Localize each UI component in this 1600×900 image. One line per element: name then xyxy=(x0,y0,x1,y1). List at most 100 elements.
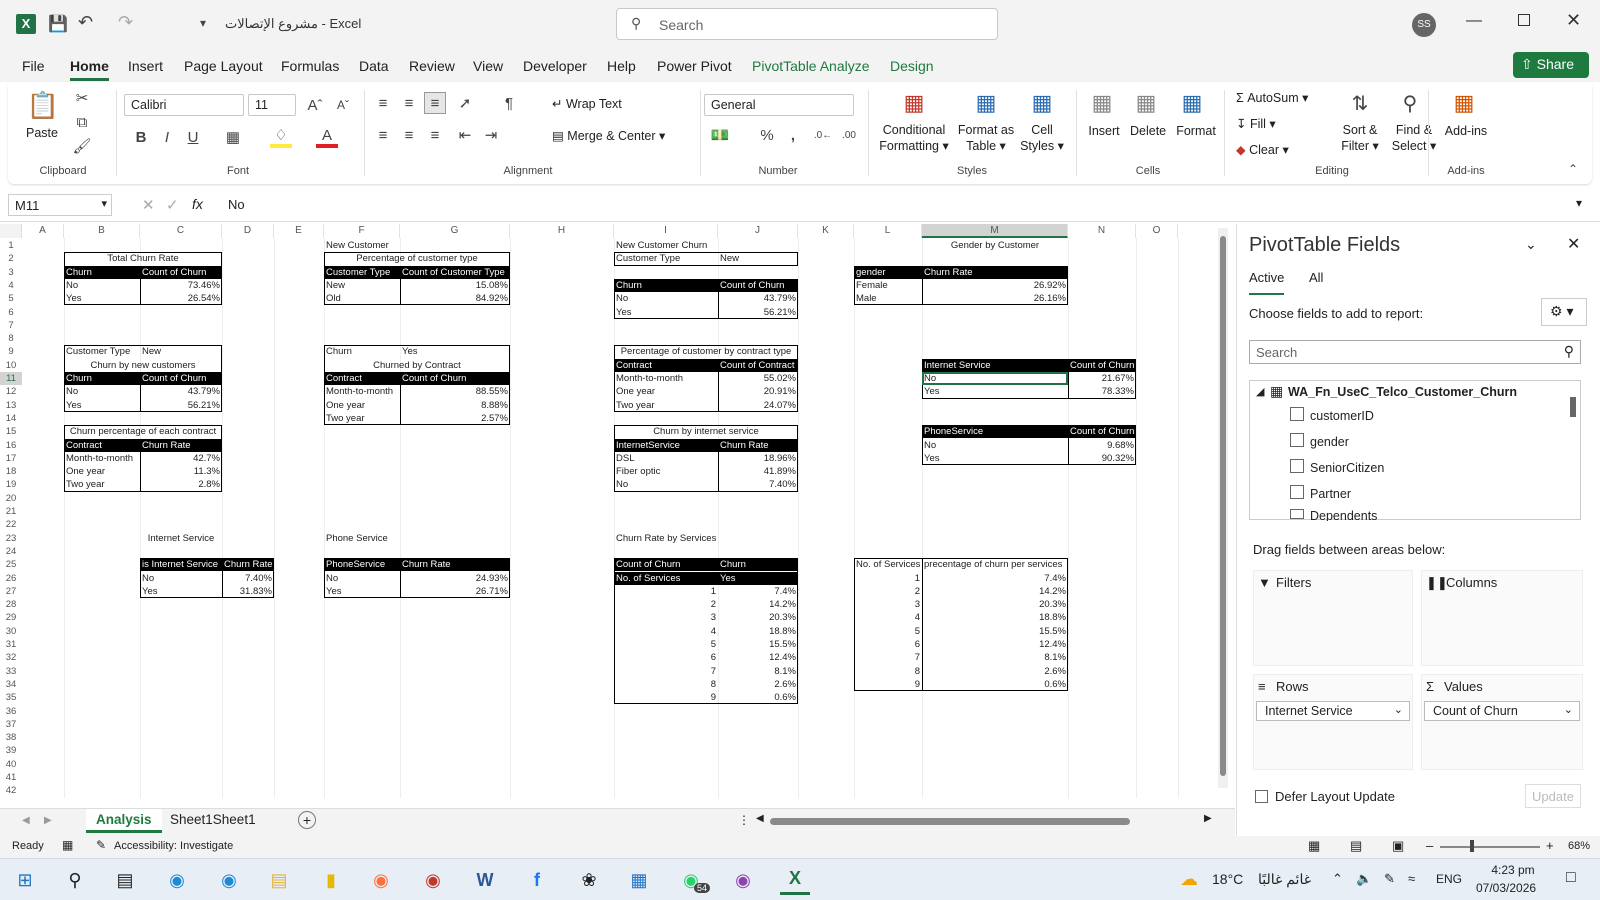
row-header[interactable]: 38 xyxy=(0,731,22,744)
section-label[interactable]: Gender by Customer xyxy=(922,239,1068,252)
column-header[interactable]: G xyxy=(400,224,510,238)
column-header[interactable]: I xyxy=(614,224,718,238)
column-header[interactable]: H xyxy=(510,224,614,238)
field-search-input[interactable]: Search ⚲ xyxy=(1249,340,1581,364)
cancel-icon[interactable]: ✕ xyxy=(142,196,155,214)
undo-icon[interactable]: ↶ xyxy=(78,12,93,33)
excel-taskbar-icon[interactable]: X xyxy=(780,865,810,895)
cut-icon[interactable]: ✂ xyxy=(72,88,92,108)
row-header[interactable]: 4 xyxy=(0,279,22,292)
weather-text[interactable]: غائم غالبًا xyxy=(1258,871,1311,888)
insert-cells-button[interactable]: Insert xyxy=(1086,124,1122,138)
weather-temp[interactable]: 18°C xyxy=(1212,871,1243,887)
column-header[interactable]: D xyxy=(222,224,274,238)
row-header[interactable]: 10 xyxy=(0,359,22,372)
scroll-thumb[interactable] xyxy=(1220,236,1226,776)
decrease-indent-icon[interactable]: ⇤ xyxy=(454,124,476,146)
row-header[interactable]: 16 xyxy=(0,439,22,452)
horizontal-scrollbar[interactable]: ◀ ▶ xyxy=(756,813,1216,827)
worksheet-grid[interactable]: ABCDEFGHIJKLMNO 1 2 3 4 5 6 7 8 9 10 11 12 13 14 15 16 1… xyxy=(0,224,1235,806)
font-name-select[interactable]: Calibri xyxy=(124,94,244,116)
edge-icon[interactable]: ◉ xyxy=(162,865,192,895)
row-header[interactable]: 21 xyxy=(0,505,22,518)
zoom-slider[interactable] xyxy=(1440,846,1540,848)
tab-view[interactable]: View xyxy=(473,58,503,74)
pen-icon[interactable]: ✎ xyxy=(1384,871,1395,887)
borders-icon[interactable]: ▦ xyxy=(222,126,244,148)
save-icon[interactable]: 💾 xyxy=(48,14,68,34)
row-header[interactable]: 36 xyxy=(0,705,22,718)
row-header[interactable]: 7 xyxy=(0,319,22,332)
scroll-thumb[interactable] xyxy=(770,818,1130,825)
column-header[interactable]: A xyxy=(22,224,64,238)
row-header[interactable]: 1 xyxy=(0,239,22,252)
row-header[interactable]: 26 xyxy=(0,572,22,585)
powerbi-icon[interactable]: ▮ xyxy=(316,865,346,895)
decrease-decimal-icon[interactable]: .00 xyxy=(838,124,860,146)
delete-cells-button[interactable]: Delete xyxy=(1130,124,1166,138)
paste-button[interactable]: Paste xyxy=(26,126,58,140)
search-icon[interactable]: ⚲ xyxy=(60,865,90,895)
find-select-button[interactable]: Find & Select ▾ xyxy=(1386,122,1442,154)
row-header[interactable]: 5 xyxy=(0,292,22,305)
find-select-icon[interactable]: ⚲ xyxy=(1394,88,1426,118)
row-header[interactable]: 14 xyxy=(0,412,22,425)
addins-button[interactable]: Add-ins xyxy=(1444,124,1488,138)
section-label[interactable]: New Customer xyxy=(324,239,524,252)
align-middle-icon[interactable]: ≡ xyxy=(398,92,420,114)
rows-area[interactable]: ≡ Rows Internet Service ⌄ xyxy=(1253,674,1413,770)
rows-field-dropdown[interactable]: Internet Service ⌄ xyxy=(1256,701,1410,721)
formula-input[interactable]: No xyxy=(228,197,245,212)
insert-cells-icon[interactable]: ▦ xyxy=(1086,88,1118,118)
format-cells-button[interactable]: Format xyxy=(1176,124,1216,138)
column-header[interactable]: N xyxy=(1068,224,1136,238)
store-icon[interactable]: ▦ xyxy=(624,865,654,895)
weather-icon[interactable]: ☁ xyxy=(1180,869,1198,890)
sheet-tab-analysis[interactable]: Analysis xyxy=(86,809,162,833)
row-header[interactable]: 42 xyxy=(0,784,22,797)
pane-options-icon[interactable]: ⌄ xyxy=(1525,236,1537,253)
column-header[interactable]: C xyxy=(140,224,222,238)
sheet-tab-sheet1[interactable]: Sheet1Sheet1 xyxy=(170,812,256,827)
row-header[interactable]: 22 xyxy=(0,518,22,531)
row-header[interactable]: 2 xyxy=(0,252,22,265)
field-list-scrollbar[interactable] xyxy=(1568,383,1578,517)
chatgpt-icon[interactable]: ❀ xyxy=(574,865,604,895)
row-header[interactable]: 15 xyxy=(0,425,22,438)
row-header[interactable]: 29 xyxy=(0,611,22,624)
row-header[interactable]: 41 xyxy=(0,771,22,784)
wrap-text-button[interactable]: ↵ Wrap Text xyxy=(552,96,622,111)
copy-icon[interactable]: ⧉ xyxy=(72,112,92,132)
align-bottom-icon[interactable]: ≡ xyxy=(424,92,446,114)
row-header[interactable]: 24 xyxy=(0,545,22,558)
merge-center-button[interactable]: ▤ Merge & Center ▾ xyxy=(552,128,665,143)
columns-area[interactable]: ❚❚ Columns xyxy=(1421,570,1583,666)
autosum-button[interactable]: Σ AutoSum ▾ xyxy=(1236,90,1308,105)
row-header[interactable]: 11 xyxy=(0,372,22,385)
percent-icon[interactable]: % xyxy=(756,124,778,146)
minimize-icon[interactable]: — xyxy=(1466,12,1482,30)
clear-button[interactable]: ◆ Clear ▾ xyxy=(1236,142,1289,157)
delete-cells-icon[interactable]: ▦ xyxy=(1130,88,1162,118)
row-header[interactable]: 18 xyxy=(0,465,22,478)
tab-home[interactable]: Home xyxy=(70,58,109,81)
column-header[interactable]: L xyxy=(854,224,922,238)
collapse-ribbon-icon[interactable]: ⌃ xyxy=(1568,162,1578,176)
firefox-icon[interactable]: ◉ xyxy=(366,865,396,895)
section-label[interactable]: Internet Service xyxy=(140,532,222,545)
align-left-icon[interactable]: ≡ xyxy=(372,124,394,146)
close-icon[interactable]: ✕ xyxy=(1566,10,1581,31)
row-header[interactable]: 37 xyxy=(0,718,22,731)
addins-icon[interactable]: ▦ xyxy=(1448,88,1480,118)
fill-button[interactable]: ↧ Fill ▾ xyxy=(1236,116,1276,131)
accessibility-icon[interactable]: ✎ xyxy=(96,838,106,852)
field-checkbox-dependents[interactable] xyxy=(1290,509,1304,519)
row-header[interactable]: 35 xyxy=(0,691,22,704)
conditional-formatting-icon[interactable]: ▦ xyxy=(898,88,930,118)
scroll-right-icon[interactable]: ▶ xyxy=(1204,813,1212,824)
row-header[interactable]: 28 xyxy=(0,598,22,611)
paste-icon[interactable]: 📋 xyxy=(26,88,60,122)
add-sheet-icon[interactable]: + xyxy=(298,811,316,829)
values-field-dropdown[interactable]: Count of Churn ⌄ xyxy=(1424,701,1580,721)
bold-icon[interactable]: B xyxy=(130,126,152,148)
